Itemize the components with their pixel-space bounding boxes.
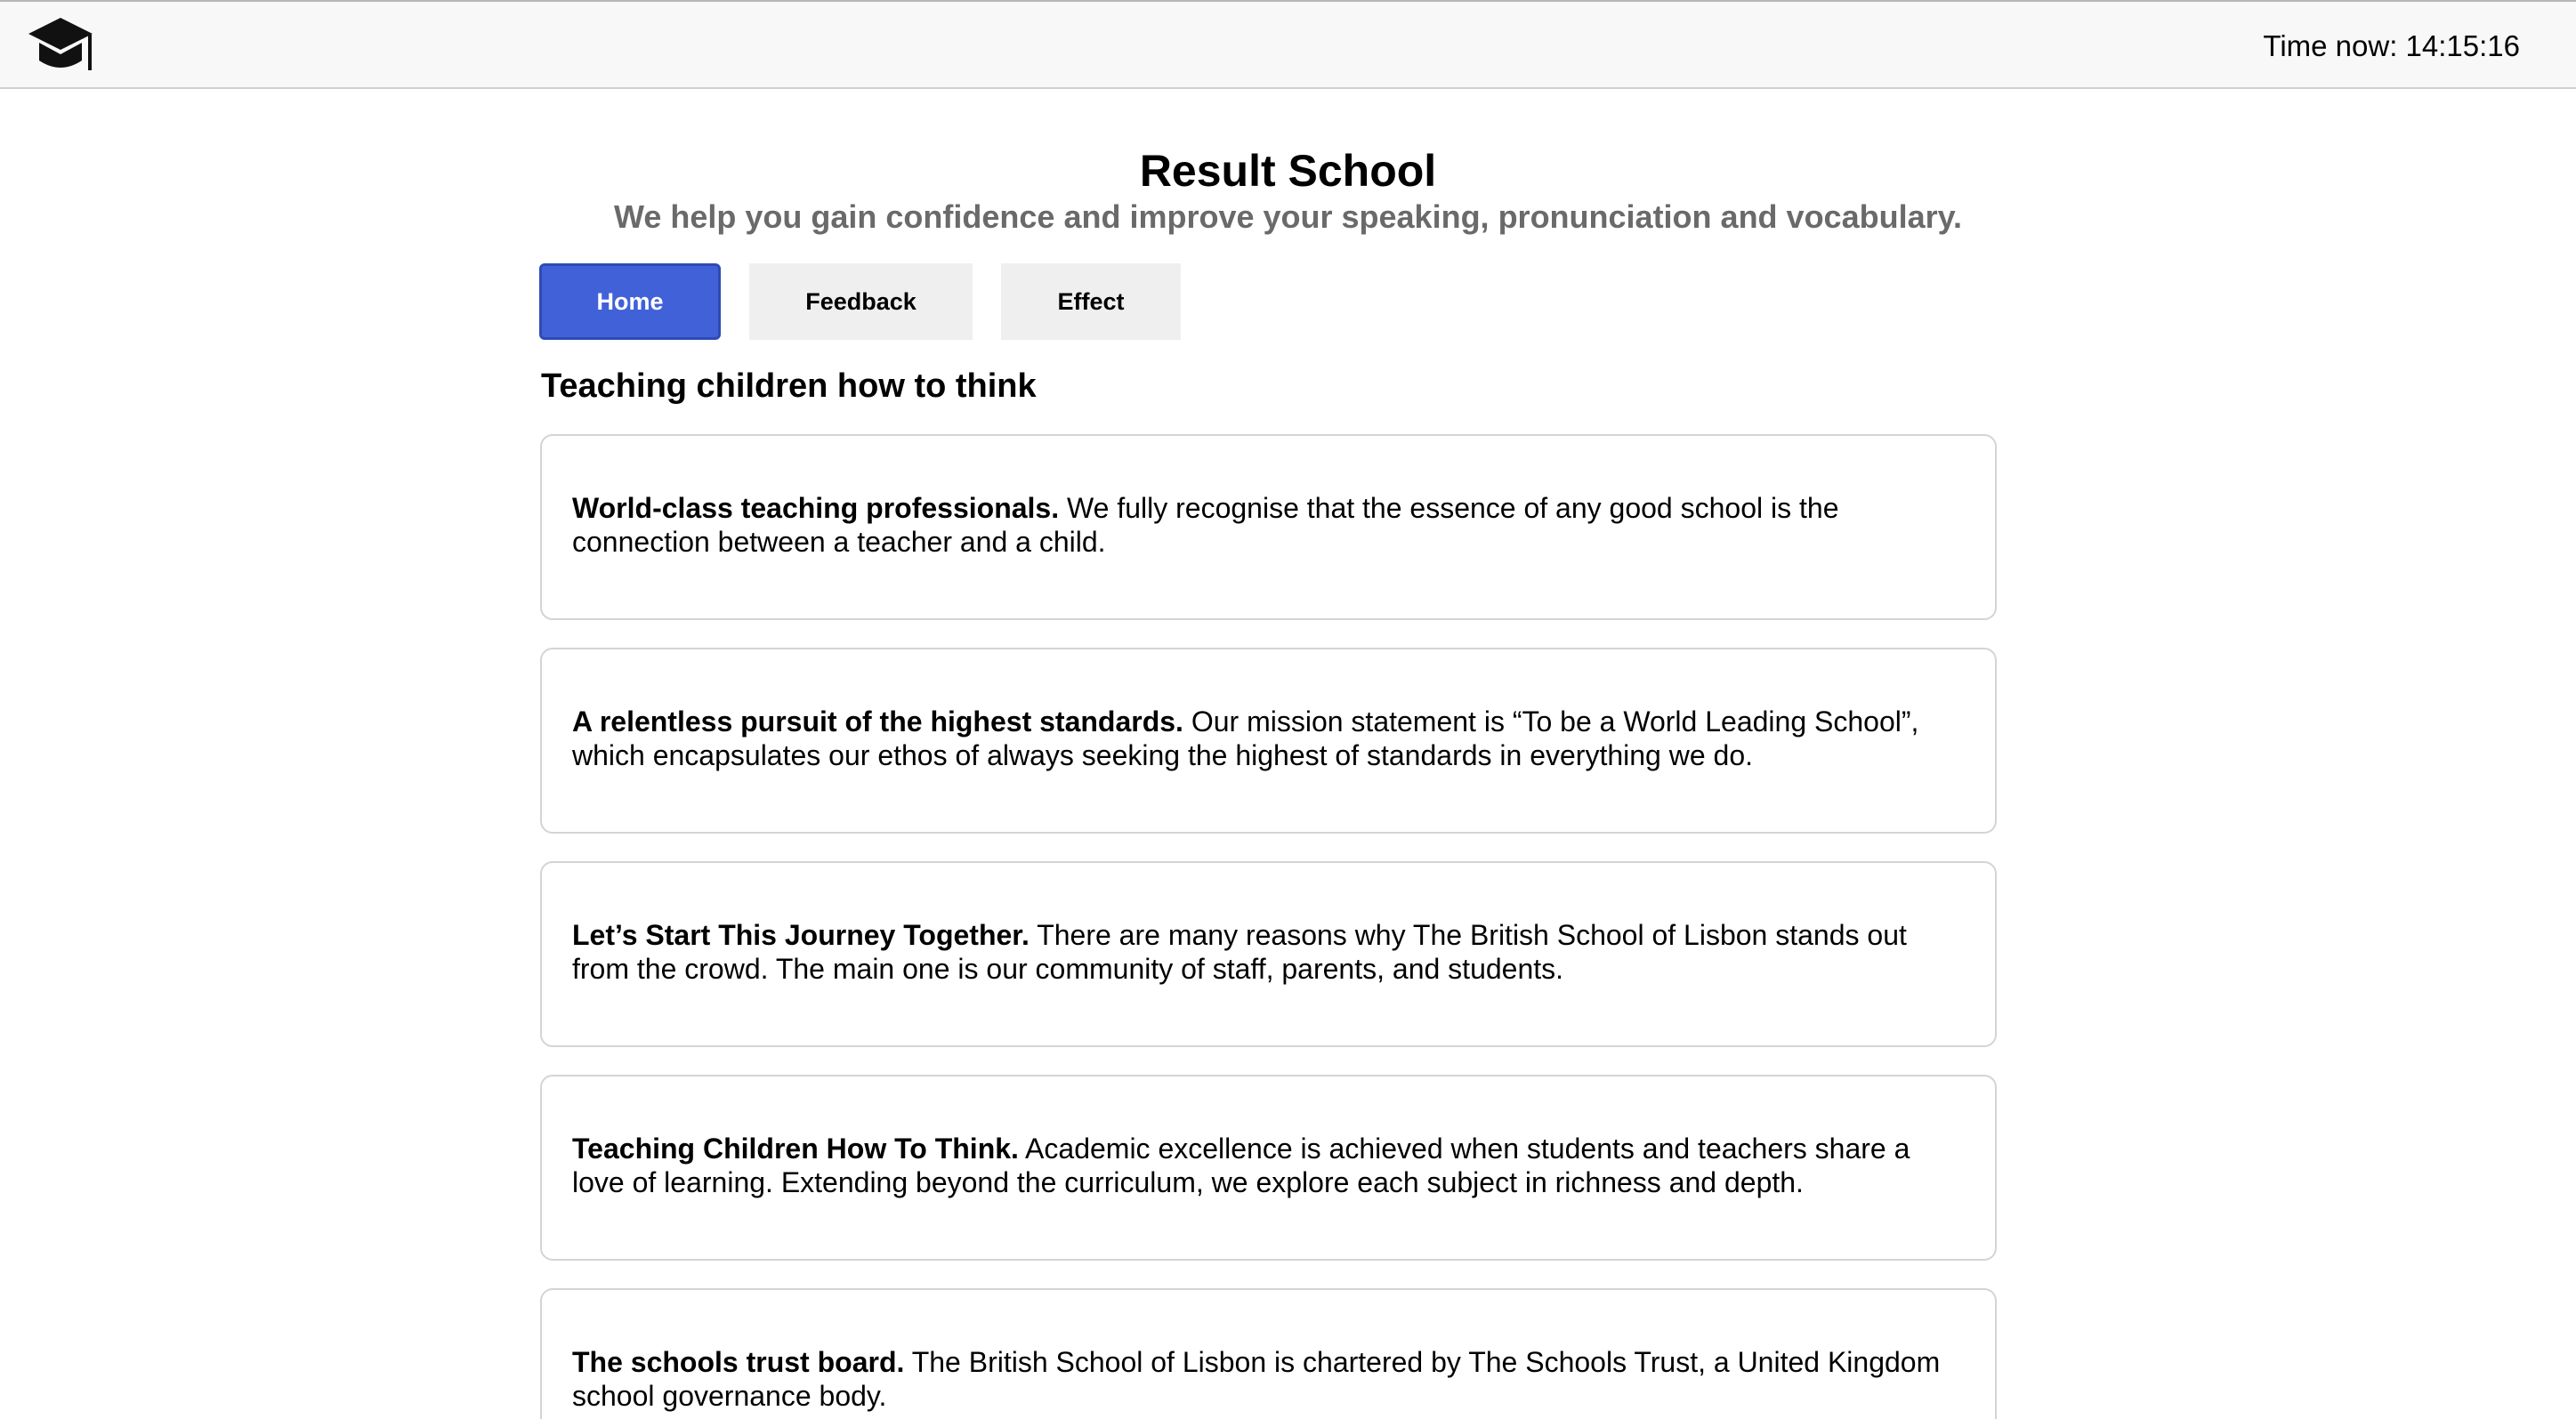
card-text: Teaching Children How To Think. Academic… [572, 1132, 1965, 1199]
feature-card: Teaching Children How To Think. Academic… [540, 1075, 1997, 1261]
card-heading: Let’s Start This Journey Together. [572, 919, 1030, 951]
tab-effect[interactable]: Effect [1001, 263, 1181, 340]
card-text: Let’s Start This Journey Together. There… [572, 918, 1965, 986]
feature-card: Let’s Start This Journey Together. There… [540, 861, 1997, 1047]
feature-card: A relentless pursuit of the highest stan… [540, 648, 1997, 834]
page-subtitle: We help you gain confidence and improve … [614, 198, 1962, 235]
graduation-cap-icon[interactable] [27, 16, 94, 77]
card-heading: The schools trust board. [572, 1346, 905, 1378]
feature-card: The schools trust board. The British Sch… [540, 1288, 1997, 1419]
card-heading: A relentless pursuit of the highest stan… [572, 705, 1183, 738]
tab-feedback[interactable]: Feedback [749, 263, 973, 340]
page-title: Result School [1139, 146, 1437, 196]
card-text: A relentless pursuit of the highest stan… [572, 705, 1965, 772]
card-text: The schools trust board. The British Sch… [572, 1345, 1965, 1413]
card-text: World-class teaching professionals. We f… [572, 491, 1965, 559]
card-heading: Teaching Children How To Think. [572, 1133, 1019, 1165]
tab-home[interactable]: Home [539, 263, 721, 340]
top-bar: Time now: 14:15:16 [0, 0, 2576, 89]
current-time: Time now: 14:15:16 [2263, 29, 2520, 62]
feature-card: World-class teaching professionals. We f… [540, 434, 1997, 620]
section-title: Teaching children how to think [541, 367, 1037, 405]
card-heading: World-class teaching professionals. [572, 492, 1060, 524]
